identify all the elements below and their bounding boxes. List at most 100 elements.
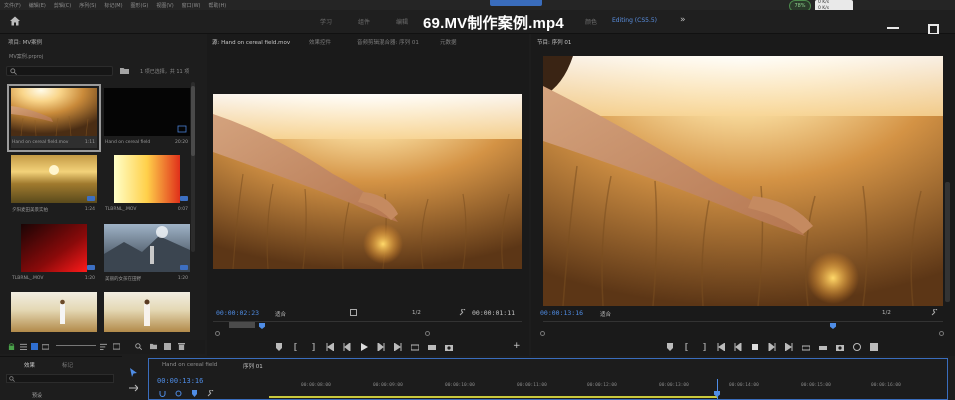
tab-audio-mixer[interactable]: 音频剪辑混合器: 序列 01 <box>357 38 419 46</box>
stop-icon[interactable] <box>751 343 759 351</box>
workspace-learn[interactable]: 学习 <box>320 17 332 26</box>
minimize-icon[interactable] <box>887 27 899 29</box>
source-in-out-range[interactable] <box>229 322 255 328</box>
insert-icon[interactable] <box>410 343 420 351</box>
tab-markers[interactable]: 标记 <box>62 361 73 369</box>
project-scrollbar[interactable] <box>191 82 195 252</box>
go-to-in-icon[interactable] <box>717 342 726 352</box>
mark-out-icon[interactable] <box>700 342 708 352</box>
add-marker-icon[interactable] <box>191 390 198 397</box>
program-scrollbar[interactable] <box>945 182 950 302</box>
icon-view-icon[interactable] <box>31 343 38 350</box>
effects-preset-item[interactable]: 预设 <box>32 392 42 399</box>
add-marker-icon[interactable] <box>666 343 674 351</box>
step-back-icon[interactable] <box>734 341 742 353</box>
menu-view[interactable]: 视图(V) <box>156 2 173 9</box>
menu-clip[interactable]: 剪辑(C) <box>54 2 71 9</box>
clip-item[interactable]: Hand on cereal field.mov 1:11 <box>7 84 101 152</box>
vr-video-icon[interactable] <box>870 343 878 351</box>
button-editor-icon[interactable]: + <box>513 341 521 351</box>
tab-timeline-source[interactable]: Hand on cereal field <box>162 362 217 368</box>
export-frame-icon[interactable] <box>836 343 844 351</box>
clip-item[interactable] <box>11 292 97 340</box>
new-bin-icon[interactable] <box>150 343 157 350</box>
source-timecode[interactable]: 00:00:02:23 <box>216 309 259 317</box>
project-search-input[interactable] <box>6 66 113 76</box>
delete-icon[interactable] <box>178 343 185 350</box>
extract-icon[interactable] <box>819 343 827 351</box>
linked-selection-icon[interactable] <box>175 390 182 397</box>
tab-effects[interactable]: 效果 <box>24 361 35 369</box>
source-zoom-start[interactable] <box>215 331 220 336</box>
snap-icon[interactable] <box>159 390 166 397</box>
workspace-color[interactable]: 颜色 <box>585 17 597 26</box>
clip-item[interactable] <box>104 292 190 340</box>
new-item-icon[interactable] <box>164 343 171 350</box>
source-zoom-end[interactable] <box>425 331 430 336</box>
mark-in-icon[interactable] <box>292 342 300 352</box>
menu-sequence[interactable]: 序列(S) <box>79 2 96 9</box>
menu-marker[interactable]: 标记(M) <box>104 2 122 9</box>
step-forward-icon[interactable] <box>768 341 776 353</box>
lock-icon[interactable] <box>8 343 15 350</box>
program-zoom-start[interactable] <box>540 331 545 336</box>
menu-graphics[interactable]: 图形(G) <box>131 2 149 9</box>
program-timecode[interactable]: 00:00:13:16 <box>540 309 583 317</box>
selection-tool-icon[interactable] <box>129 368 138 377</box>
source-resolution-dropdown[interactable]: 1/2 <box>412 310 421 316</box>
clip-item[interactable]: 美丽的女孩在田野 1:20 <box>104 224 190 284</box>
program-fit-dropdown[interactable]: 适合 <box>600 310 611 318</box>
clip-item[interactable]: Hand on cereal field 20:20 <box>104 88 190 148</box>
source-fit-dropdown[interactable]: 适合 <box>275 310 286 318</box>
workspace-assembly[interactable]: 组件 <box>358 17 370 26</box>
home-icon[interactable] <box>9 15 21 27</box>
tab-program[interactable]: 节目: 序列 01 <box>537 38 571 46</box>
menu-help[interactable]: 帮助(H) <box>209 2 227 9</box>
freeform-view-icon[interactable] <box>42 343 49 350</box>
project-tab[interactable]: 项目: MV案例 <box>8 38 42 46</box>
mark-in-icon[interactable] <box>683 342 691 352</box>
overwrite-icon[interactable] <box>428 343 436 351</box>
effects-search-input[interactable] <box>6 374 114 383</box>
settings-icon[interactable] <box>350 309 357 316</box>
go-to-in-icon[interactable] <box>326 342 335 352</box>
mark-out-icon[interactable] <box>309 342 317 352</box>
program-video-frame[interactable] <box>543 56 943 306</box>
tab-timeline-sequence[interactable]: 序列 01 <box>243 362 263 370</box>
timeline-timecode[interactable]: 00:00:13:16 <box>157 377 203 385</box>
comparison-view-icon[interactable] <box>853 343 861 351</box>
menu-window[interactable]: 窗口(W) <box>182 2 201 9</box>
timeline-settings-icon[interactable] <box>207 390 214 397</box>
export-frame-icon[interactable] <box>445 343 453 351</box>
work-area-bar[interactable] <box>269 396 717 398</box>
search-bin-icon[interactable] <box>135 343 142 350</box>
clip-item[interactable]: TLBRNL_.MOV 0:07 <box>104 155 190 215</box>
tab-source[interactable]: 源: Hand on cereal field.mov <box>212 38 290 46</box>
clip-item[interactable]: TLBRNL_.MOV 1:20 <box>11 224 97 284</box>
menu-edit[interactable]: 编辑(E) <box>29 2 46 9</box>
menu-file[interactable]: 文件(F) <box>4 2 21 9</box>
go-to-out-icon[interactable] <box>784 342 793 352</box>
sort-icon[interactable] <box>100 343 107 350</box>
workspace-editing-cs55[interactable]: Editing (CS5.5) <box>612 17 657 24</box>
source-video-frame[interactable] <box>213 94 522 269</box>
automate-icon[interactable] <box>113 343 120 350</box>
add-marker-icon[interactable] <box>275 343 283 351</box>
step-back-icon[interactable] <box>343 341 351 353</box>
list-view-icon[interactable] <box>20 343 27 350</box>
tab-metadata[interactable]: 元数据 <box>440 38 457 46</box>
program-zoom-end[interactable] <box>939 331 944 336</box>
program-resolution-dropdown[interactable]: 1/2 <box>882 310 891 316</box>
zoom-slider[interactable] <box>56 345 96 346</box>
workspace-more-icon[interactable]: » <box>680 15 686 25</box>
wrench-icon[interactable] <box>459 309 466 316</box>
step-forward-icon[interactable] <box>377 341 385 353</box>
clip-item[interactable]: 夕阳麦田美景实拍 1:24 <box>11 155 97 215</box>
play-icon[interactable] <box>360 343 368 351</box>
track-select-tool-icon[interactable] <box>129 384 138 393</box>
workspace-editing[interactable]: 编辑 <box>396 17 408 26</box>
program-ruler[interactable] <box>543 321 943 329</box>
wrench-icon[interactable] <box>931 309 938 316</box>
lift-icon[interactable] <box>801 343 811 351</box>
tab-effect-controls[interactable]: 效果控件 <box>309 38 331 46</box>
